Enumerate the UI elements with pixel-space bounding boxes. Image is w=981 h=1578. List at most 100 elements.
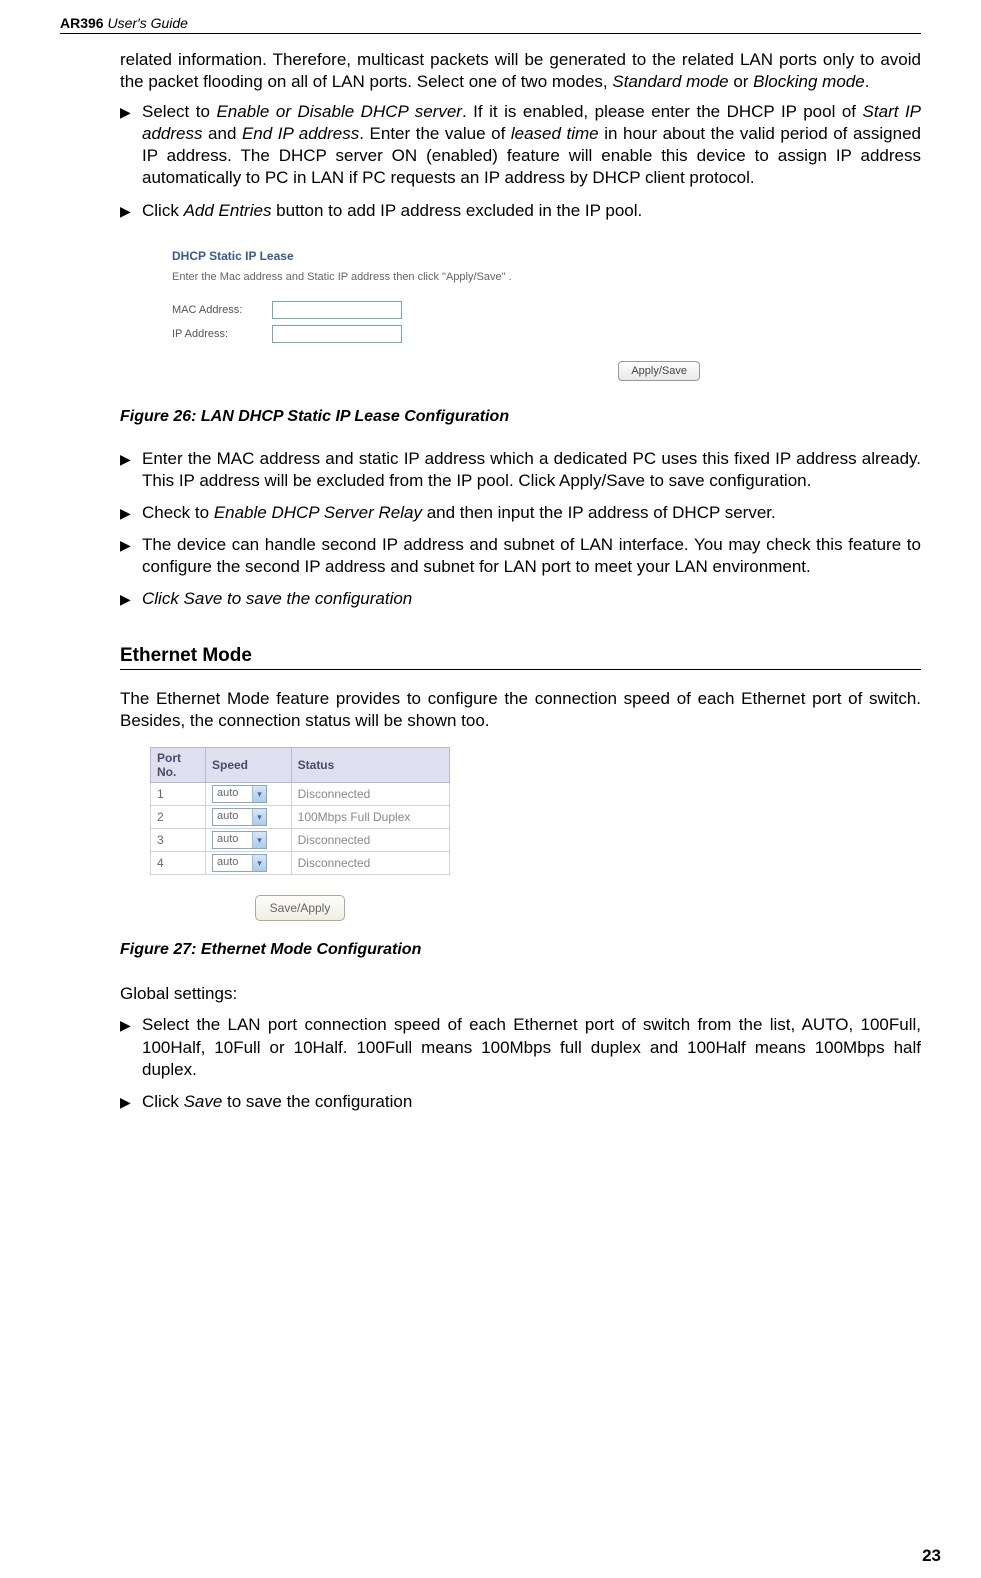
ip-label: IP Address: [172,328,272,340]
dhcp-button-row: Apply/Save [172,361,708,381]
bullet-global-save: ▶ Click Save to save the configuration [120,1091,921,1113]
b2i: Add Entries [184,201,272,220]
table-row: 2 auto ▾ 100Mbps Full Duplex [151,806,450,829]
triangle-icon: ▶ [120,200,142,222]
chevron-down-icon: ▾ [252,832,266,848]
bullet-dhcp-relay: ▶ Check to Enable DHCP Server Relay and … [120,502,921,524]
triangle-icon: ▶ [120,101,142,189]
ethernet-table: Port No. Speed Status 1 auto ▾ Disconnec… [150,747,450,875]
save-apply-button[interactable]: Save/Apply [255,895,346,921]
port-cell: 1 [151,783,206,806]
speed-select[interactable]: auto ▾ [212,808,267,826]
chevron-down-icon: ▾ [252,855,266,871]
bullet-text: Click Save to save the configuration [142,1091,921,1113]
table-row: 1 auto ▾ Disconnected [151,783,450,806]
apply-save-button[interactable]: Apply/Save [618,361,700,381]
triangle-icon: ▶ [120,448,142,492]
eth-button-row: Save/Apply [150,895,450,921]
bullet-add-entries: ▶ Click Add Entries button to add IP add… [120,200,921,222]
b1d: . Enter the value of [359,124,511,143]
col-status: Status [291,748,449,783]
speed-cell: auto ▾ [206,806,292,829]
page-header: AR396 User's Guide [60,15,921,34]
global-settings-label: Global settings: [120,984,921,1004]
table-header-row: Port No. Speed Status [151,748,450,783]
intro-paragraph: related information. Therefore, multicas… [120,49,921,93]
b4b: and then input the IP address of DHCP se… [422,503,776,522]
bullet-text: Check to Enable DHCP Server Relay and th… [142,502,921,524]
speed-select[interactable]: auto ▾ [212,854,267,872]
select-value: auto [213,832,252,848]
figure-27-image: Port No. Speed Status 1 auto ▾ Disconnec… [150,747,450,921]
status-cell: Disconnected [291,829,449,852]
intro-mode1: Standard mode [612,72,728,91]
gb2b: to save the configuration [222,1092,412,1111]
triangle-icon: ▶ [120,502,142,524]
intro-mode2: Blocking mode [753,72,865,91]
b4a: Check to [142,503,214,522]
gb2a: Click [142,1092,184,1111]
port-cell: 2 [151,806,206,829]
port-cell: 4 [151,852,206,875]
bullet-click-save: ▶ Click Save to save the configuration [120,588,921,610]
header-model: AR396 [60,15,104,31]
gb2i: Save [184,1092,223,1111]
speed-cell: auto ▾ [206,783,292,806]
intro-or: or [729,72,754,91]
b1i3: End IP address [242,124,359,143]
b1c: and [202,124,241,143]
b1b: . If it is enabled, please enter the DHC… [462,102,863,121]
header-guide: User's Guide [104,15,188,31]
port-cell: 3 [151,829,206,852]
triangle-icon: ▶ [120,1014,142,1080]
status-cell: Disconnected [291,852,449,875]
dhcp-title: DHCP Static IP Lease [172,249,708,263]
dhcp-instruction: Enter the Mac address and Static IP addr… [172,271,708,283]
bullet-lan-speed: ▶ Select the LAN port connection speed o… [120,1014,921,1080]
bullet-text: Select to Enable or Disable DHCP server.… [142,101,921,189]
dhcp-dialog: DHCP Static IP Lease Enter the Mac addre… [160,237,720,393]
table-row: 3 auto ▾ Disconnected [151,829,450,852]
triangle-icon: ▶ [120,588,142,610]
bullet-text: Enter the MAC address and static IP addr… [142,448,921,492]
ip-address-input[interactable] [272,325,402,343]
b4i: Enable DHCP Server Relay [214,503,422,522]
figure-26-image: DHCP Static IP Lease Enter the Mac addre… [160,237,921,393]
bullet-text: Click Add Entries button to add IP addre… [142,200,921,222]
section-ethernet-mode: Ethernet Mode [120,645,921,670]
content-area: related information. Therefore, multicas… [60,49,921,1113]
col-port: Port No. [151,748,206,783]
speed-select[interactable]: auto ▾ [212,785,267,803]
bullet-text: Select the LAN port connection speed of … [142,1014,921,1080]
bullet-text: The device can handle second IP address … [142,534,921,578]
b1i: Enable or Disable DHCP server [216,102,462,121]
mac-row: MAC Address: [172,301,708,319]
bullet-mac-static: ▶ Enter the MAC address and static IP ad… [120,448,921,492]
ip-row: IP Address: [172,325,708,343]
select-value: auto [213,786,252,802]
bullet-dhcp-enable: ▶ Select to Enable or Disable DHCP serve… [120,101,921,189]
table-row: 4 auto ▾ Disconnected [151,852,450,875]
speed-cell: auto ▾ [206,829,292,852]
chevron-down-icon: ▾ [252,809,266,825]
b2b: button to add IP address excluded in the… [271,201,642,220]
bullet-text: Click Save to save the configuration [142,588,921,610]
figure-26-caption: Figure 26: LAN DHCP Static IP Lease Conf… [120,408,921,426]
status-cell: 100Mbps Full Duplex [291,806,449,829]
select-value: auto [213,855,252,871]
b1a: Select to [142,102,216,121]
status-cell: Disconnected [291,783,449,806]
page-number: 23 [922,1546,941,1566]
mac-address-input[interactable] [272,301,402,319]
col-speed: Speed [206,748,292,783]
bullet-second-ip: ▶ The device can handle second IP addres… [120,534,921,578]
page: AR396 User's Guide related information. … [0,0,981,1578]
speed-cell: auto ▾ [206,852,292,875]
ethernet-intro: The Ethernet Mode feature provides to co… [120,688,921,732]
b1i4: leased time [511,124,599,143]
intro-dot: . [865,72,870,91]
speed-select[interactable]: auto ▾ [212,831,267,849]
mac-label: MAC Address: [172,304,272,316]
b2a: Click [142,201,184,220]
chevron-down-icon: ▾ [252,786,266,802]
